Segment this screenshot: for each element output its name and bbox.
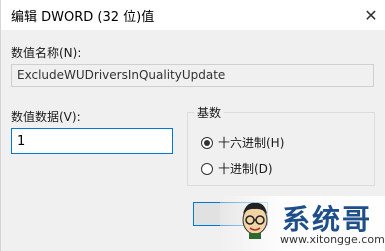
base-group-legend: 基数 [194,104,225,121]
radio-hexadecimal-label: 十六进制(H) [218,136,285,150]
value-name-field: ExcludeWUDriversInQualityUpdate [11,64,374,87]
value-data-input[interactable] [11,128,173,154]
radio-decimal-label: 十进制(D) [218,162,273,176]
dialog-title: 编辑 DWORD (32 位)值 [11,10,155,25]
radio-checked-icon [201,136,213,149]
watermark-url: www.xitongge.com [280,233,385,246]
value-name-label: 数值名称(N): [11,46,82,60]
radio-hexadecimal[interactable]: 十六进制(H) [201,134,284,151]
watermark-title: 系统哥 [282,203,373,236]
edit-dword-dialog: 编辑 DWORD (32 位)值 ✕ 数值名称(N): ExcludeWUDri… [0,0,385,251]
close-button[interactable]: ✕ [356,0,385,30]
watermark: 系统哥 www.xitongge.com [220,196,385,251]
close-icon: ✕ [364,5,378,25]
title-bar: 编辑 DWORD (32 位)值 ✕ [1,0,385,30]
value-data-label: 数值数据(V): [11,110,81,124]
mascot-face-icon [242,202,268,239]
radio-decimal[interactable]: 十进制(D) [201,160,273,177]
radio-unchecked-icon [201,162,213,175]
